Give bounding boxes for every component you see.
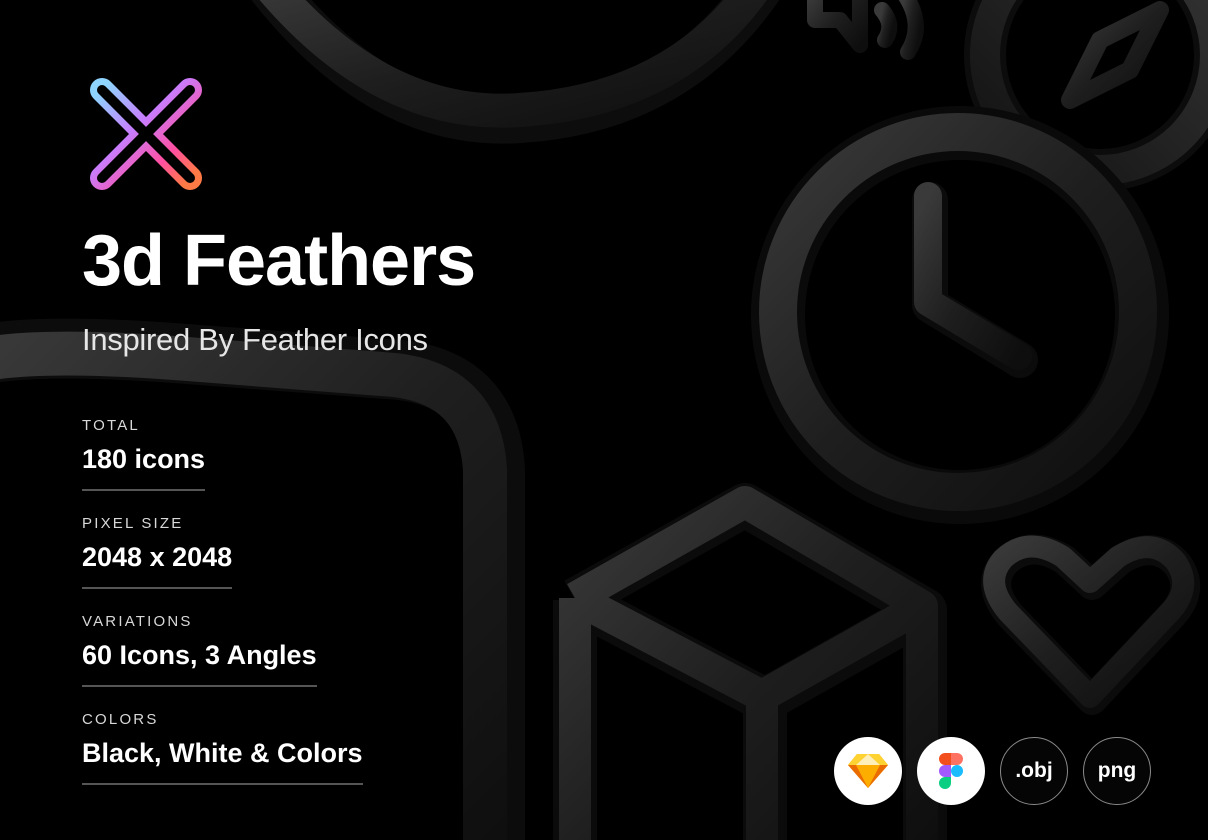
spec-value: 60 Icons, 3 Angles [82, 640, 317, 687]
x-logo-icon [90, 78, 202, 190]
volume-icon [807, 0, 924, 60]
spec-value: 180 icons [82, 444, 206, 491]
heart-icon [981, 534, 1201, 715]
spec-label: PIXEL SIZE [82, 515, 184, 532]
spec-value: Black, White & Colors [82, 738, 363, 785]
page-title: 3d Feathers [82, 221, 476, 301]
spec-value: 2048 x 2048 [82, 542, 233, 589]
sketch-icon [848, 754, 888, 788]
spec-label: COLORS [82, 711, 159, 728]
spec-colors: COLORS Black, White & Colors [82, 711, 363, 785]
png-badge: png [1083, 737, 1151, 805]
format-badges: .obj png [834, 737, 1151, 805]
spec-total: TOTAL 180 icons [82, 417, 206, 491]
clock-icon [751, 106, 1169, 524]
spec-variations: VARIATIONS 60 Icons, 3 Angles [82, 613, 317, 687]
sketch-badge [834, 737, 902, 805]
spec-label: TOTAL [82, 417, 140, 434]
png-label: png [1097, 759, 1137, 782]
obj-label: .obj [1015, 759, 1053, 782]
spec-pixel-size: PIXEL SIZE 2048 x 2048 [82, 515, 233, 589]
ring-icon [251, 0, 780, 144]
page-subtitle: Inspired By Feather Icons [82, 322, 428, 357]
figma-badge [917, 737, 985, 805]
spec-label: VARIATIONS [82, 613, 193, 630]
obj-badge: .obj [1000, 737, 1068, 805]
figma-icon [939, 753, 963, 789]
